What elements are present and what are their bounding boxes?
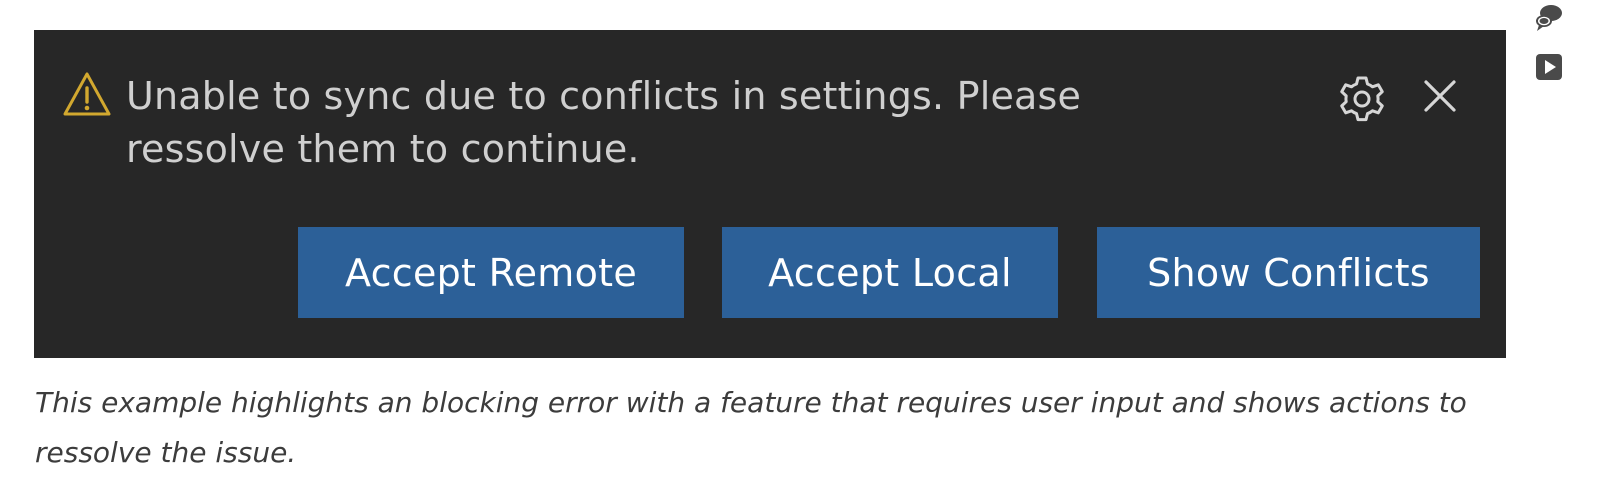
close-icon[interactable] xyxy=(1422,78,1458,114)
notification-message: Unable to sync due to conflicts in setti… xyxy=(126,74,1082,171)
doc-page: Unable to sync due to conflicts in setti… xyxy=(0,0,1598,496)
accept-local-button[interactable]: Accept Local xyxy=(722,227,1058,318)
feedback-icon[interactable] xyxy=(1534,2,1564,32)
warning-icon xyxy=(63,72,111,116)
show-conflicts-button[interactable]: Show Conflicts xyxy=(1097,227,1480,318)
figure-caption: This example highlights an blocking erro… xyxy=(35,386,1467,469)
accept-remote-button[interactable]: Accept Remote xyxy=(298,227,684,318)
gear-icon[interactable] xyxy=(1337,74,1387,124)
video-icon[interactable] xyxy=(1534,52,1564,82)
sync-conflict-notification: Unable to sync due to conflicts in setti… xyxy=(34,30,1506,358)
